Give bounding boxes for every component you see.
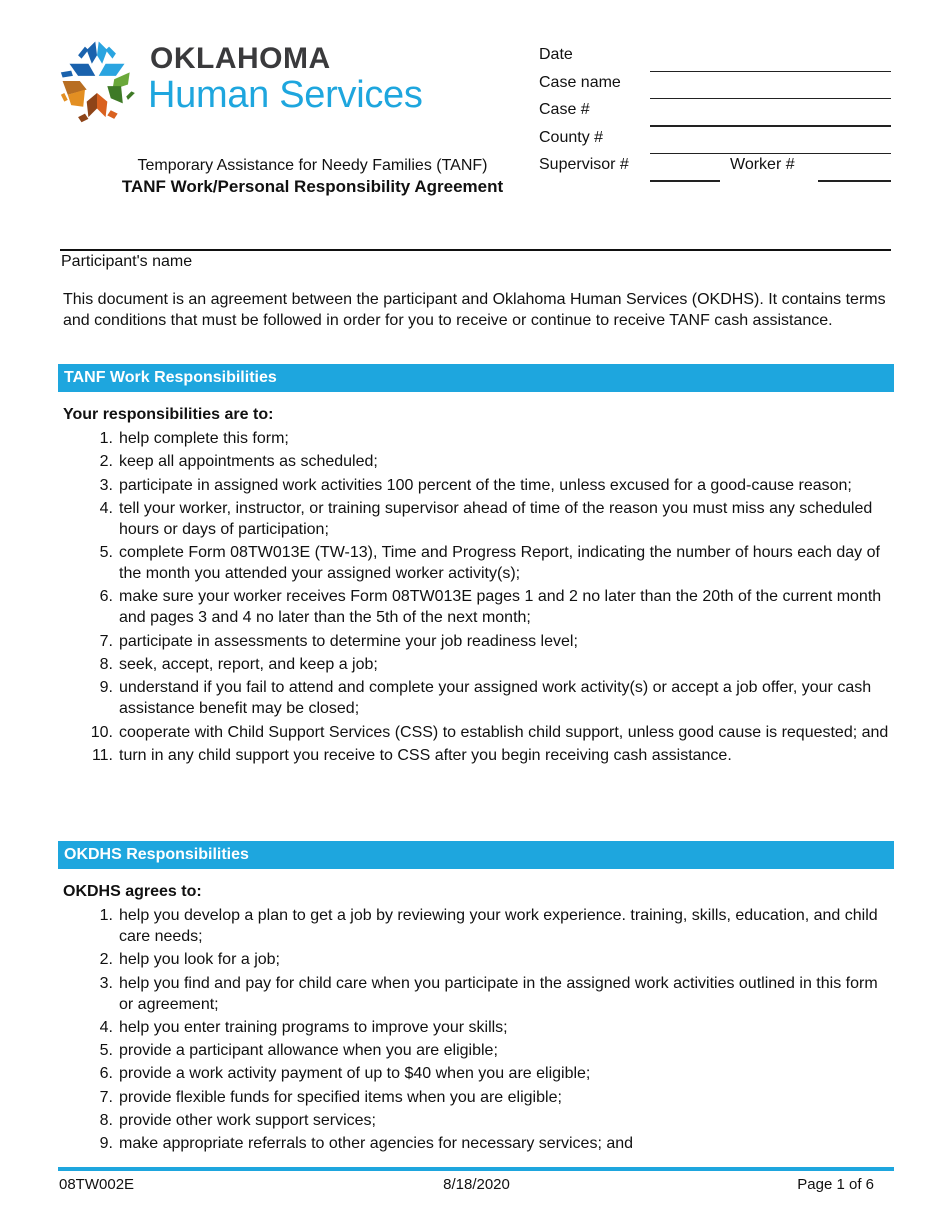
list-item: 5. provide a participant allowance when y… bbox=[0, 1040, 894, 1061]
footer-divider bbox=[58, 1167, 894, 1171]
list-item: 8. provide other work support services; bbox=[0, 1110, 894, 1131]
intro-paragraph: This document is an agreement between th… bbox=[63, 291, 886, 329]
list-item-number: 8. bbox=[99, 656, 113, 674]
list-item-number: 3. bbox=[99, 974, 113, 992]
list-item-number: 4. bbox=[99, 1018, 113, 1036]
list-item-text: provide a participant allowance when you… bbox=[119, 1042, 498, 1060]
date-label: Date bbox=[539, 46, 573, 63]
list-item-number: 2. bbox=[99, 453, 113, 471]
list-item: 1. help you develop a plan to get a job b… bbox=[0, 905, 894, 947]
worker-number-field[interactable] bbox=[818, 179, 891, 182]
list-item-text: provide a work activity payment of up to… bbox=[119, 1065, 591, 1083]
list-item: 4. tell your worker, instructor, or train… bbox=[0, 498, 894, 540]
list-item-text: help complete this form; bbox=[119, 430, 289, 447]
list-item: 2. keep all appointments as scheduled; bbox=[0, 451, 894, 472]
list-item-number: 8. bbox=[99, 1112, 113, 1130]
list-item-text: make sure your worker receives Form 08TW… bbox=[119, 588, 882, 627]
county-number-label: County # bbox=[539, 128, 604, 146]
list-item: 6. make sure your worker receives Form 08… bbox=[0, 586, 894, 628]
list-item-text: provide other work support services; bbox=[119, 1112, 376, 1130]
list-item: 4. help you enter training programs to im… bbox=[0, 1017, 894, 1038]
list-item: 5. complete Form 08TW013E (TW-13), Time a… bbox=[0, 542, 894, 584]
program-subtitle: Temporary Assistance for Needy Families … bbox=[137, 157, 488, 174]
list-item: 6. provide a work activity payment of up … bbox=[0, 1063, 894, 1084]
list-item-number: 9. bbox=[99, 1135, 113, 1153]
supervisor-worker-field-row: Supervisor # Worker # bbox=[539, 154, 891, 182]
case-number-field-row: Case # bbox=[539, 99, 891, 127]
list-item-number: 1. bbox=[99, 430, 113, 447]
county-number-field-row: County # bbox=[539, 127, 891, 154]
participant-name-field[interactable] bbox=[60, 249, 891, 251]
list-item: 3. help you find and pay for child care w… bbox=[0, 973, 894, 1015]
list-item-text: complete Form 08TW013E (TW-13), Time and… bbox=[119, 544, 880, 583]
list-item-text: help you find and pay for child care whe… bbox=[119, 974, 878, 1013]
list-item: 2. help you look for a job; bbox=[0, 949, 894, 970]
supervisor-number-label: Supervisor # bbox=[539, 156, 629, 173]
section-header-okdhs-responsibilities: OKDHS Responsibilities bbox=[58, 841, 894, 869]
document-title-block: Temporary Assistance for Needy Families … bbox=[60, 156, 565, 198]
list-item: 3. participate in assigned work activitie… bbox=[0, 475, 894, 496]
list-item-text: keep all appointments as scheduled; bbox=[119, 453, 378, 471]
list-item: 7. participate in assessments to determin… bbox=[0, 631, 894, 652]
list-item-text: provide flexible funds for specified ite… bbox=[119, 1088, 562, 1106]
worker-number-label: Worker # bbox=[730, 156, 795, 173]
participant-name-label: Participant's name bbox=[61, 253, 193, 270]
list-item-text: turn in any child support you receive to… bbox=[119, 746, 732, 764]
list-item-text: understand if you fail to attend and com… bbox=[119, 679, 872, 718]
revision-date: 8/18/2020 bbox=[443, 1176, 510, 1193]
okdhs-responsibilities-heading: OKDHS agrees to: bbox=[63, 883, 202, 900]
list-item-number: 3. bbox=[99, 476, 113, 494]
date-field-row: Date bbox=[539, 44, 891, 72]
list-item-text: make appropriate referrals to other agen… bbox=[119, 1135, 634, 1153]
star-logo-icon bbox=[60, 41, 135, 123]
list-item-number: 9. bbox=[99, 679, 113, 697]
brand-name-line2: Human Services bbox=[148, 74, 423, 116]
case-name-field-row: Case name bbox=[539, 72, 891, 99]
list-item-number: 7. bbox=[99, 632, 113, 650]
list-item-text: help you look for a job; bbox=[119, 951, 280, 969]
page-footer: 08TW002E 8/18/2020 Page 1 of 6 bbox=[59, 1176, 894, 1196]
participant-responsibilities-list: 1. help complete this form; 2. keep all ap… bbox=[0, 428, 890, 768]
list-item-text: participate in assessments to determine … bbox=[119, 632, 578, 650]
list-item: 10. cooperate with Child Support Services… bbox=[0, 722, 894, 743]
brand-name-line1: OKLAHOMA bbox=[150, 42, 331, 75]
section-header-tanf-work-responsibilities: TANF Work Responsibilities bbox=[58, 364, 894, 392]
supervisor-number-field[interactable] bbox=[650, 179, 720, 182]
list-item-number: 6. bbox=[99, 588, 113, 606]
list-item-number: 4. bbox=[99, 499, 113, 517]
list-item-text: cooperate with Child Support Services (C… bbox=[119, 723, 889, 741]
list-item-number: 2. bbox=[99, 951, 113, 969]
list-item-number: 7. bbox=[99, 1088, 113, 1106]
case-name-label: Case name bbox=[539, 73, 621, 91]
list-item: 11. turn in any child support you receive… bbox=[0, 745, 894, 766]
list-item-text: help you enter training programs to impr… bbox=[119, 1018, 508, 1036]
case-info-fields: Date Case name Case # County # Superviso… bbox=[539, 44, 891, 182]
list-item-text: participate in assigned work activities … bbox=[119, 476, 852, 494]
list-item-number: 6. bbox=[99, 1065, 113, 1083]
list-item-text: help you develop a plan to get a job by … bbox=[119, 907, 878, 945]
form-title: TANF Work/Personal Responsibility Agreem… bbox=[121, 177, 504, 196]
list-item-number: 11. bbox=[91, 746, 113, 764]
list-item: 1. help complete this form; bbox=[0, 428, 894, 449]
list-item-number: 10. bbox=[90, 723, 113, 741]
list-item: 8. seek, accept, report, and keep a job; bbox=[0, 654, 894, 675]
participant-responsibilities-heading: Your responsibilities are to: bbox=[63, 406, 274, 423]
list-item-text: tell your worker, instructor, or trainin… bbox=[119, 499, 873, 538]
case-number-label: Case # bbox=[539, 101, 590, 118]
okdhs-responsibilities-list: 1. help you develop a plan to get a job b… bbox=[0, 905, 890, 1157]
list-item: 9. make appropriate referrals to other ag… bbox=[0, 1133, 894, 1154]
list-item-number: 1. bbox=[99, 907, 113, 924]
list-item-text: seek, accept, report, and keep a job; bbox=[119, 656, 378, 674]
list-item: 9. understand if you fail to attend and c… bbox=[0, 677, 894, 719]
list-item-number: 5. bbox=[99, 544, 113, 562]
page-number: Page 1 of 6 bbox=[797, 1176, 874, 1193]
oklahoma-human-services-logo: OKLAHOMA Human Services bbox=[54, 38, 464, 128]
list-item: 7. provide flexible funds for specified i… bbox=[0, 1087, 894, 1108]
list-item-number: 5. bbox=[99, 1042, 113, 1060]
